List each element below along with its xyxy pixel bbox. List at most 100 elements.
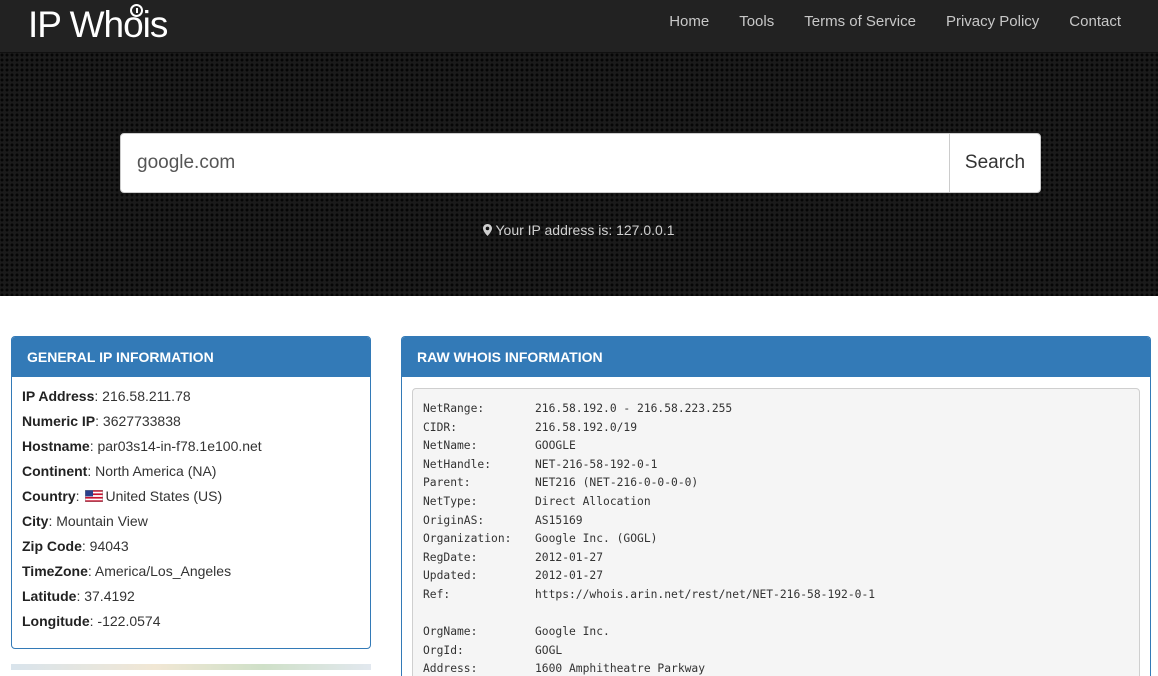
your-ip-line: Your IP address is: 127.0.0.1 bbox=[0, 222, 1158, 238]
info-value: : America/Los_Angeles bbox=[87, 563, 232, 579]
nav-link-home[interactable]: Home bbox=[654, 0, 724, 44]
whois-line: Updated: 2012-01-27 bbox=[423, 567, 1139, 586]
info-row-hostname: Hostname: par03s14-in-f78.1e100.net bbox=[22, 434, 360, 459]
whois-key: CIDR: bbox=[423, 420, 458, 434]
hero-search-section: Search Your IP address is: 127.0.0.1 bbox=[0, 53, 1158, 296]
logo-text-part2: is bbox=[142, 4, 169, 45]
whois-line: Organization: Google Inc. (GOGL) bbox=[423, 530, 1139, 549]
info-label: Country bbox=[22, 488, 76, 504]
info-row-numeric-ip: Numeric IP: 3627733838 bbox=[22, 409, 360, 434]
whois-value: Google Inc. bbox=[535, 625, 610, 639]
info-row-zip-code: Zip Code: 94043 bbox=[22, 534, 360, 559]
whois-key: OrgName: bbox=[423, 625, 478, 639]
whois-key: NetName: bbox=[423, 439, 478, 453]
raw-whois-panel: RAW WHOIS INFORMATION NetRange: 216.58.19… bbox=[401, 336, 1151, 676]
whois-key: OriginAS: bbox=[423, 513, 485, 527]
map-marker-icon bbox=[483, 224, 493, 236]
whois-key: Organization: bbox=[423, 532, 512, 546]
whois-value: NET-216-58-192-0-1 bbox=[535, 457, 658, 471]
info-label: IP Address bbox=[22, 388, 95, 404]
whois-key: Updated: bbox=[423, 569, 478, 583]
info-value: : 94043 bbox=[81, 538, 129, 554]
info-value: : par03s14-in-f78.1e100.net bbox=[89, 438, 262, 454]
whois-key: OrgId: bbox=[423, 643, 464, 657]
general-ip-panel: GENERAL IP INFORMATION IP Address: 216.5… bbox=[11, 336, 371, 649]
logo-info-o: o bbox=[123, 2, 144, 48]
nav-link-tools[interactable]: Tools bbox=[724, 0, 789, 44]
whois-line: Parent: NET216 (NET-216-0-0-0-0) bbox=[423, 474, 1139, 493]
info-label: Longitude bbox=[22, 613, 90, 629]
map-preview-edge bbox=[11, 664, 371, 670]
info-label: City bbox=[22, 513, 49, 529]
general-ip-list: IP Address: 216.58.211.78 Numeric IP: 36… bbox=[12, 377, 370, 634]
search-input[interactable] bbox=[121, 134, 950, 192]
whois-line: RegDate: 2012-01-27 bbox=[423, 549, 1139, 568]
navbar: IP Who is Home Tools Terms of Service Pri… bbox=[0, 0, 1158, 53]
logo-text-part1: IP Wh bbox=[28, 4, 124, 45]
whois-line: Address: 1600 Amphitheatre Parkway bbox=[423, 660, 1139, 676]
info-row-city: City: Mountain View bbox=[22, 509, 360, 534]
info-icon bbox=[130, 4, 144, 17]
whois-blank-line bbox=[423, 605, 1139, 624]
whois-value: 2012-01-27 bbox=[535, 569, 604, 583]
info-row-continent: Continent: North America (NA) bbox=[22, 459, 360, 484]
site-logo[interactable]: IP Who is bbox=[28, 2, 169, 48]
whois-value: 216.58.192.0/19 bbox=[535, 420, 638, 434]
info-row-ip-address: IP Address: 216.58.211.78 bbox=[22, 384, 360, 409]
search-group: Search bbox=[120, 133, 1041, 193]
whois-key: NetRange: bbox=[423, 402, 485, 415]
info-value: United States (US) bbox=[105, 488, 223, 504]
info-label: Hostname bbox=[22, 438, 90, 454]
whois-line: OrgId: GOGL bbox=[423, 642, 1139, 661]
search-button[interactable]: Search bbox=[949, 134, 1040, 192]
info-value: : 216.58.211.78 bbox=[94, 388, 191, 404]
whois-value: https://whois.arin.net/rest/net/NET-216-… bbox=[535, 587, 876, 601]
whois-value: 216.58.192.0 - 216.58.223.255 bbox=[535, 402, 733, 415]
your-ip-text: Your IP address is: 127.0.0.1 bbox=[495, 222, 675, 238]
general-ip-title: GENERAL IP INFORMATION bbox=[12, 337, 370, 377]
whois-line: OriginAS: AS15169 bbox=[423, 512, 1139, 531]
whois-key: NetHandle: bbox=[423, 457, 492, 471]
whois-line: NetRange: 216.58.192.0 - 216.58.223.255 bbox=[423, 400, 1139, 419]
whois-line: NetType: Direct Allocation bbox=[423, 493, 1139, 512]
whois-value: AS15169 bbox=[535, 513, 583, 527]
whois-value: Google Inc. (GOGL) bbox=[535, 532, 658, 546]
raw-whois-text[interactable]: NetRange: 216.58.192.0 - 216.58.223.255 C… bbox=[412, 388, 1140, 676]
raw-whois-title: RAW WHOIS INFORMATION bbox=[402, 337, 1150, 377]
info-value: : 37.4192 bbox=[76, 588, 135, 604]
whois-key: Address: bbox=[423, 662, 478, 676]
whois-line: NetName: GOOGLE bbox=[423, 437, 1139, 456]
whois-line: CIDR: 216.58.192.0/19 bbox=[423, 419, 1139, 438]
nav-menu: Home Tools Terms of Service Privacy Poli… bbox=[654, 0, 1136, 44]
whois-value: Direct Allocation bbox=[535, 494, 651, 508]
whois-value: GOGL bbox=[535, 643, 563, 657]
info-value: : North America (NA) bbox=[87, 463, 217, 479]
whois-key: RegDate: bbox=[423, 550, 478, 564]
nav-link-terms[interactable]: Terms of Service bbox=[789, 0, 931, 44]
info-row-country: Country: United States (US) bbox=[22, 484, 360, 509]
country-colon: : bbox=[75, 488, 84, 504]
whois-value: NET216 (NET-216-0-0-0-0) bbox=[535, 476, 699, 490]
whois-line: OrgName: Google Inc. bbox=[423, 623, 1139, 642]
info-value: : Mountain View bbox=[48, 513, 148, 529]
info-value: : 3627733838 bbox=[95, 413, 181, 429]
nav-link-contact[interactable]: Contact bbox=[1054, 0, 1136, 44]
us-flag-icon bbox=[85, 490, 104, 502]
info-label: TimeZone bbox=[22, 563, 88, 579]
info-label: Continent bbox=[22, 463, 88, 479]
info-label: Zip Code bbox=[22, 538, 82, 554]
whois-key: Parent: bbox=[423, 476, 471, 490]
whois-line: NetHandle: NET-216-58-192-0-1 bbox=[423, 456, 1139, 475]
whois-value: 1600 Amphitheatre Parkway bbox=[535, 662, 706, 676]
info-value: : -122.0574 bbox=[89, 613, 161, 629]
nav-link-privacy[interactable]: Privacy Policy bbox=[931, 0, 1054, 44]
info-row-latitude: Latitude: 37.4192 bbox=[22, 584, 360, 609]
whois-key: NetType: bbox=[423, 494, 478, 508]
info-row-longitude: Longitude: -122.0574 bbox=[22, 609, 360, 634]
info-label: Numeric IP bbox=[22, 413, 96, 429]
whois-key: Ref: bbox=[423, 587, 451, 601]
whois-value: GOOGLE bbox=[535, 439, 576, 453]
whois-line: Ref: https://whois.arin.net/rest/net/NET-… bbox=[423, 586, 1139, 605]
whois-value: 2012-01-27 bbox=[535, 550, 604, 564]
info-row-timezone: TimeZone: America/Los_Angeles bbox=[22, 559, 360, 584]
